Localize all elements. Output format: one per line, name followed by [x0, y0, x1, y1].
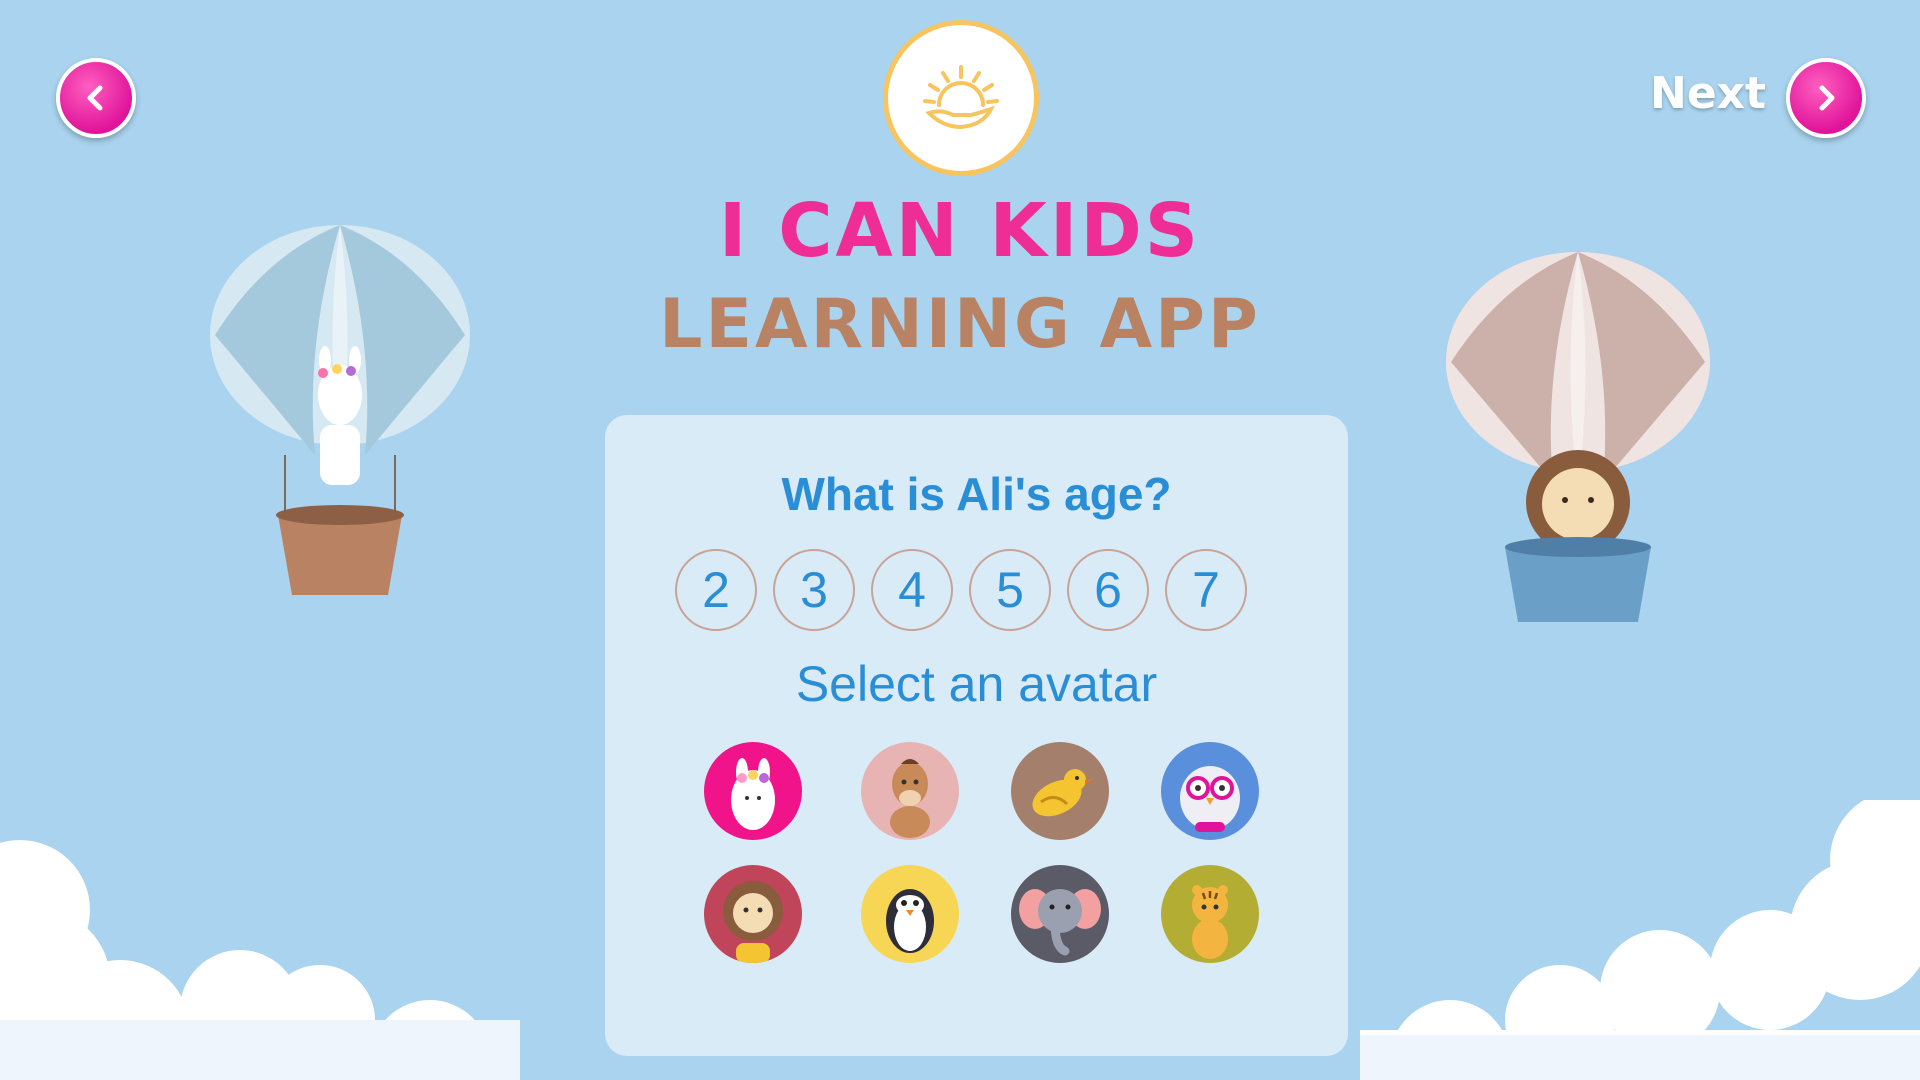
cloud-right	[1360, 800, 1920, 1080]
avatar-horse[interactable]	[861, 742, 959, 840]
next-label[interactable]: Next	[1650, 68, 1766, 119]
sun-hand-icon	[923, 65, 999, 130]
chevron-left-icon	[87, 85, 103, 111]
tiger-icon	[1192, 885, 1228, 959]
age-option-7[interactable]: 7	[1165, 549, 1247, 631]
next-button[interactable]	[1786, 58, 1866, 138]
age-option-6[interactable]: 6	[1067, 549, 1149, 631]
cloud-left	[0, 840, 520, 1080]
penguin-icon	[886, 889, 934, 953]
avatar-tiger[interactable]	[1161, 865, 1259, 963]
elephant-icon	[1019, 889, 1101, 956]
avatar-bird[interactable]	[1011, 742, 1109, 840]
app-logo	[883, 20, 1039, 176]
avatar-llama[interactable]	[704, 742, 802, 840]
back-button[interactable]	[56, 58, 136, 138]
avatar-elephant[interactable]	[1011, 865, 1109, 963]
owl-icon	[1180, 766, 1240, 832]
avatar-penguin[interactable]	[861, 865, 959, 963]
balloon-llama	[210, 225, 470, 595]
age-selector: 2 3 4 5 6 7	[675, 549, 1285, 635]
horse-icon	[890, 759, 930, 838]
avatar-owl[interactable]	[1161, 742, 1259, 840]
avatar-lion[interactable]	[704, 865, 802, 963]
age-option-5[interactable]: 5	[969, 549, 1051, 631]
chevron-right-icon	[1819, 85, 1835, 111]
app-title-line2: LEARNING APP	[659, 285, 1261, 364]
age-question: What is Ali's age?	[781, 468, 1172, 520]
profile-form-panel: What is Ali's age? 2 3 4 5 6 7 Select an…	[605, 415, 1348, 1056]
avatar-prompt: Select an avatar	[795, 656, 1158, 712]
bird-icon	[1032, 769, 1095, 817]
app-title-line1: I CAN KIDS	[718, 188, 1202, 274]
lion-icon	[723, 881, 783, 963]
age-option-4[interactable]: 4	[871, 549, 953, 631]
llama-icon	[731, 758, 775, 830]
age-option-3[interactable]: 3	[773, 549, 855, 631]
age-option-2[interactable]: 2	[675, 549, 757, 631]
